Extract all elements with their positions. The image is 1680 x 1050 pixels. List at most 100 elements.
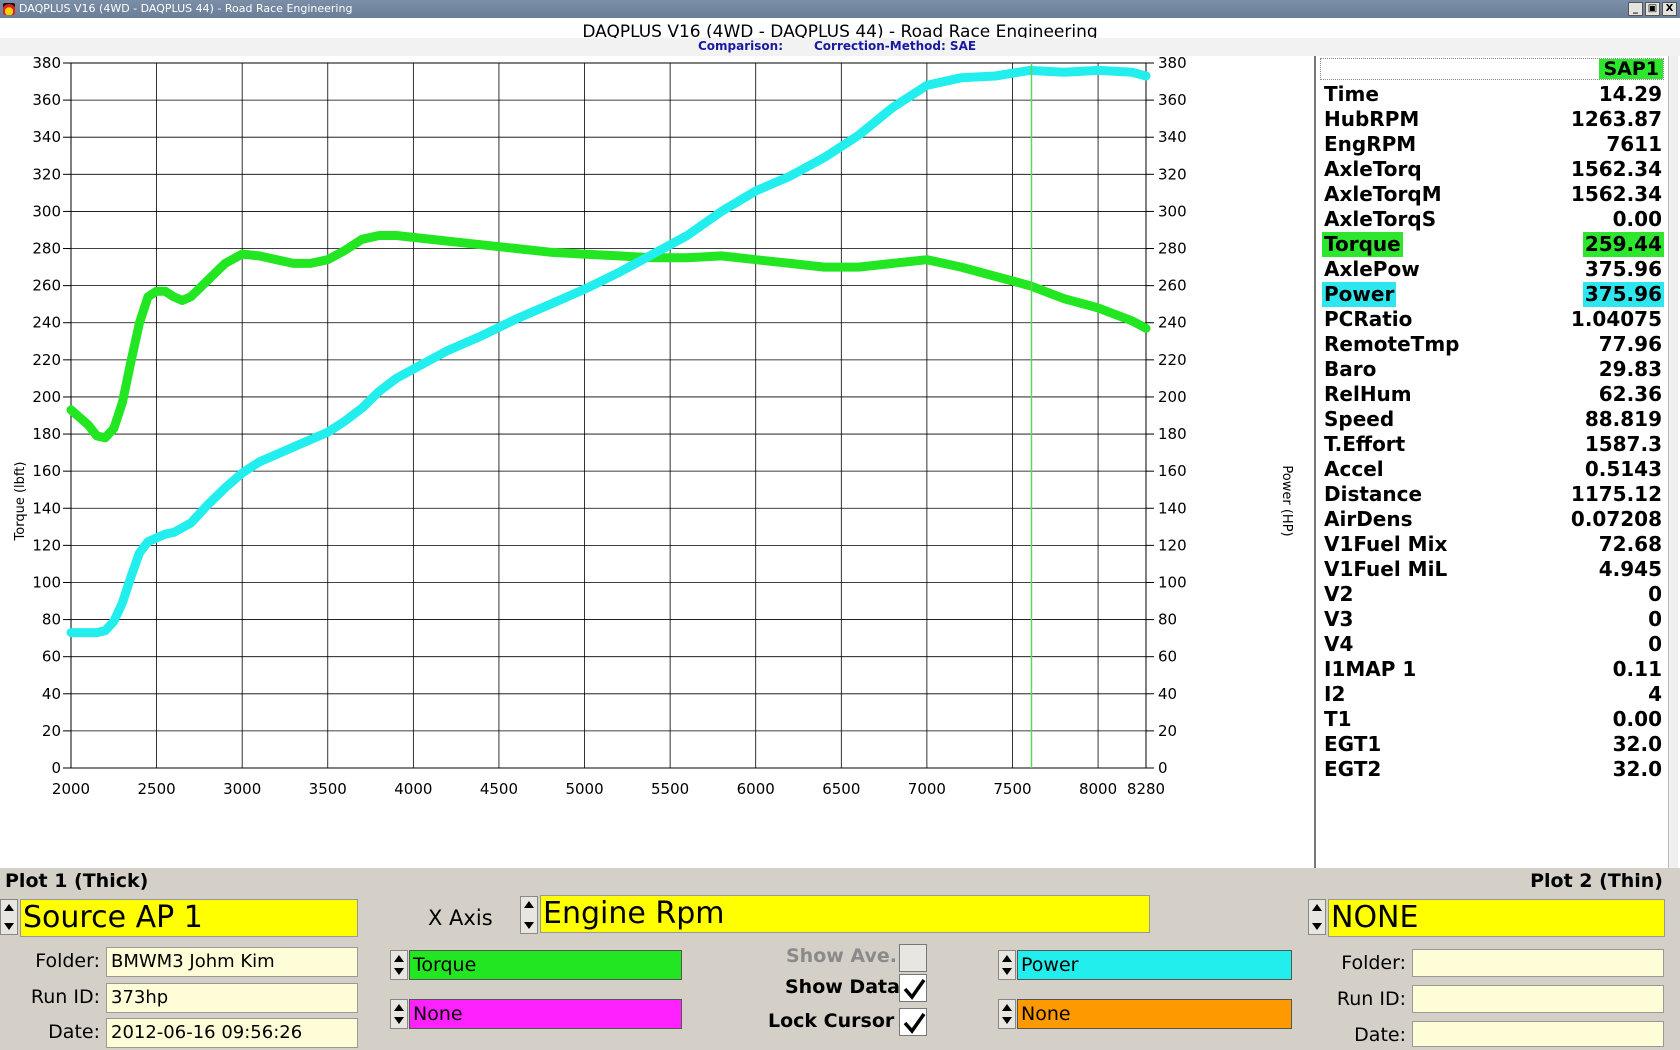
y2-tick-label: 300 <box>1158 202 1187 220</box>
readout-label: Accel <box>1324 457 1384 481</box>
checkmark-icon <box>903 1012 926 1034</box>
channel-right1-spinner[interactable] <box>998 950 1016 980</box>
y-tick-label: 360 <box>32 91 61 109</box>
plot1-date-field[interactable]: 2012-06-16 09:56:26 <box>106 1018 358 1048</box>
readout-label: AxlePow <box>1324 257 1420 281</box>
readout-label: Time <box>1324 82 1379 106</box>
minimize-button[interactable]: _ <box>1628 2 1643 16</box>
plot1-heading: Plot 1 (Thick) <box>5 870 149 892</box>
plot2-date-field[interactable] <box>1412 1021 1664 1047</box>
lock-cursor-checkbox[interactable] <box>899 1008 927 1036</box>
x-tick-label: 5500 <box>651 780 689 798</box>
window-titlebar: DAQPLUS V16 (4WD - DAQPLUS 44) - Road Ra… <box>0 0 1680 18</box>
x-tick-label: 6000 <box>737 780 775 798</box>
readout-value: 14.29 <box>1598 82 1662 106</box>
plot1-runid-field[interactable]: 373hp <box>106 983 358 1013</box>
comparison-label: Comparison: <box>698 39 784 53</box>
readout-label: Distance <box>1324 482 1423 506</box>
readout-row-torque: Torque 259.44 <box>1320 232 1664 257</box>
readout-value: 1562.34 <box>1570 182 1662 206</box>
readout-value: 1263.87 <box>1570 107 1662 131</box>
readout-label: AirDens <box>1324 507 1413 531</box>
readout-label: V4 <box>1324 632 1354 656</box>
channel-right2-select[interactable]: None <box>1017 999 1292 1029</box>
plot2-heading: Plot 2 (Thin) <box>1530 870 1663 892</box>
readout-label: V2 <box>1324 582 1354 606</box>
chart-svg[interactable]: 2000 2500 3000 3500 4000 4500 5000 5500 6000 6500… <box>0 54 1314 868</box>
close-button[interactable]: X <box>1662 2 1677 16</box>
y-tick-label: 100 <box>32 573 61 591</box>
readout-value: 375.96 <box>1582 282 1664 307</box>
dyno-chart[interactable]: 2000 2500 3000 3500 4000 4500 5000 5500 6000 6500… <box>0 54 1314 868</box>
channel-right2-spinner[interactable] <box>998 999 1016 1029</box>
show-data-checkbox[interactable] <box>899 974 927 1002</box>
y-tick-label: 40 <box>42 685 61 703</box>
source1-spinner[interactable] <box>0 899 18 935</box>
y-tick-label: 0 <box>51 759 61 777</box>
channel-left1-select[interactable]: Torque <box>409 950 682 980</box>
source2-select[interactable]: NONE <box>1328 899 1665 937</box>
x-tick-label: 3500 <box>309 780 347 798</box>
x-tick-label: 2500 <box>137 780 175 798</box>
show-ave-checkbox[interactable] <box>899 944 927 972</box>
readout-label: Power <box>1322 282 1397 307</box>
plot2-folder-field[interactable] <box>1412 949 1664 977</box>
plot1-folder-field[interactable]: BMWM3 Johm Kim <box>106 947 358 977</box>
readout-row-t1: T1 0.00 <box>1320 707 1664 732</box>
y2-tick-label: 360 <box>1158 91 1187 109</box>
readout-row-t-effort: T.Effort 1587.3 <box>1320 432 1664 457</box>
readout-value: 1.04075 <box>1570 307 1662 331</box>
readout-value: 0 <box>1648 582 1662 606</box>
x-tick-label: 2000 <box>52 780 90 798</box>
readout-row-i1map-1: I1MAP 1 0.11 <box>1320 657 1664 682</box>
y-tick-label: 300 <box>32 202 61 220</box>
readout-row-axletorq: AxleTorq 1562.34 <box>1320 157 1664 182</box>
lock-cursor-label: Lock Cursor <box>768 1010 895 1032</box>
restore-button[interactable]: ▣ <box>1645 2 1660 16</box>
readout-label: T1 <box>1324 707 1352 731</box>
y2-tick-label: 200 <box>1158 388 1187 406</box>
readout-value: 62.36 <box>1598 382 1662 406</box>
readout-value: 4.945 <box>1598 557 1662 581</box>
x-tick-label: 5000 <box>565 780 603 798</box>
y2-tick-label: 20 <box>1158 722 1177 740</box>
y-tick-label: 20 <box>42 722 61 740</box>
source2-spinner[interactable] <box>1308 899 1326 935</box>
readout-row-power: Power 375.96 <box>1320 282 1664 307</box>
channel-left2-select[interactable]: None <box>409 999 682 1029</box>
channel-left2-spinner[interactable] <box>390 999 408 1029</box>
readout-value: 72.68 <box>1598 532 1662 556</box>
x-axis-spinner[interactable] <box>520 896 538 934</box>
x-axis-label: X Axis <box>428 906 493 930</box>
source1-select[interactable]: Source AP 1 <box>20 899 358 937</box>
y-tick-label: 120 <box>32 536 61 554</box>
readout-label: PCRatio <box>1324 307 1413 331</box>
readout-value: 4 <box>1648 682 1662 706</box>
plot2-folder-label: Folder: <box>1341 952 1406 974</box>
data-readout-panel: SAP1 Time 14.29 HubRPM 1263.87 EngRPM 7611 Axl… <box>1314 56 1680 868</box>
readout-row-v2: V2 0 <box>1320 582 1664 607</box>
y2-tick-label: 60 <box>1158 648 1177 666</box>
panel-scrollbar[interactable] <box>1668 56 1678 868</box>
y2-tick-label: 160 <box>1158 462 1187 480</box>
readout-value: 0.00 <box>1612 207 1662 231</box>
plot2-runid-field[interactable] <box>1412 985 1664 1013</box>
y2-tick-label: 240 <box>1158 314 1187 332</box>
readout-row-v4: V4 0 <box>1320 632 1664 657</box>
readout-value: 375.96 <box>1584 257 1662 281</box>
y-tick-label: 340 <box>32 128 61 146</box>
y2-tick-label: 280 <box>1158 240 1187 258</box>
y2-tick-label: 120 <box>1158 536 1187 554</box>
x-tick-label: 8280 <box>1127 780 1165 798</box>
readout-value: 88.819 <box>1584 407 1662 431</box>
x-axis-select[interactable]: Engine Rpm <box>540 895 1150 933</box>
channel-right1-select[interactable]: Power <box>1017 950 1292 980</box>
readout-value: 77.96 <box>1598 332 1662 356</box>
readout-value: 0 <box>1648 632 1662 656</box>
channel-left1-spinner[interactable] <box>390 950 408 980</box>
readout-row-v3: V3 0 <box>1320 607 1664 632</box>
readout-row-distance: Distance 1175.12 <box>1320 482 1664 507</box>
window-title: DAQPLUS V16 (4WD - DAQPLUS 44) - Road Ra… <box>19 2 353 15</box>
readout-row-egt2: EGT2 32.0 <box>1320 757 1664 782</box>
show-ave-label: Show Ave. <box>786 945 897 967</box>
